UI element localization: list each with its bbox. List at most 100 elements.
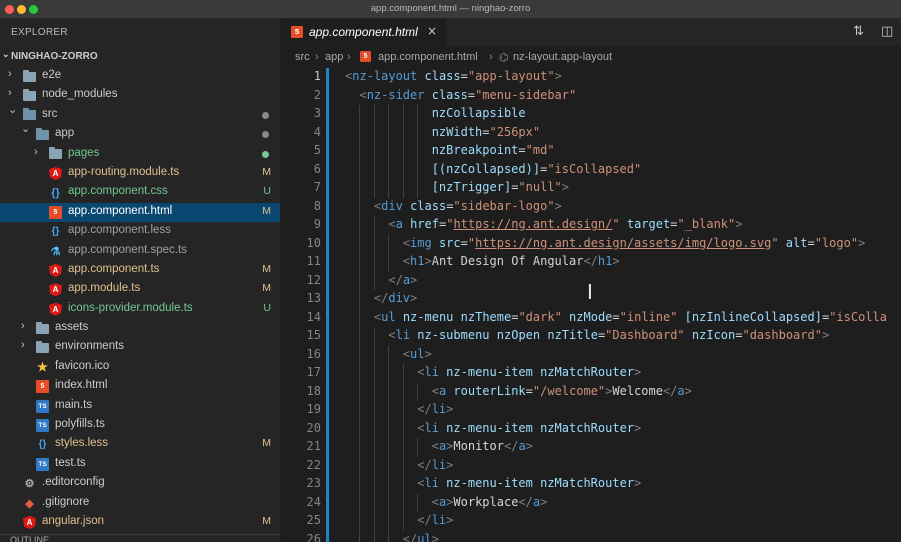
tree-file-main-ts[interactable]: TS main.ts (0, 397, 280, 416)
tree-file-app-routing-module-ts[interactable]: Aapp-routing.module.ts M (0, 164, 280, 183)
breadcrumb-app[interactable]: app (325, 51, 343, 63)
code-text: <nz-layout class="app-layout"> (345, 69, 562, 83)
breadcrumb-file[interactable]: app.component.html (378, 51, 478, 63)
explorer-title: EXPLORER (11, 27, 68, 38)
tree-folder-environments[interactable]: › environments (0, 338, 280, 357)
tree-folder-app[interactable]: ⌄ app (0, 123, 280, 144)
tree-file-app-component-less[interactable]: {} app.component.less (0, 222, 280, 241)
code-token: a (402, 272, 411, 287)
tree-item-label: angular.json (42, 514, 105, 527)
tree-folder-assets[interactable]: › assets (0, 319, 280, 338)
tree-file-icons-provider-module-ts[interactable]: Aicons-provider.module.ts U (0, 300, 280, 319)
code-token: li (431, 457, 447, 472)
code-token: </ (503, 439, 519, 453)
tree-file-app-component-css[interactable]: {} app.component.css U (0, 183, 280, 202)
tree-file--gitignore[interactable]: ◆ .gitignore (0, 494, 280, 513)
tree-folder-pages[interactable]: › pages (0, 145, 280, 164)
code-line[interactable]: 19 </li> (281, 401, 901, 420)
tree-file-app-component-spec-ts[interactable]: ⚗ app.component.spec.ts (0, 242, 280, 261)
code-text: </a> (345, 273, 417, 287)
code-line[interactable]: 7 [nzTrigger]="null"> (281, 179, 901, 198)
tree-item-label: app (55, 127, 75, 140)
code-token: li (431, 402, 447, 416)
code-line[interactable]: 3 nzCollapsible (281, 105, 901, 124)
code-token: Monitor (453, 439, 504, 453)
code-editor[interactable]: 1 <nz-layout class="app-layout"> 2 <nz-sid… (281, 68, 901, 542)
project-header[interactable]: ⌄ NINGHAO-ZORRO (0, 47, 280, 67)
folder-open-icon (36, 127, 49, 140)
open-changes-icon[interactable]: ⇅ (853, 24, 864, 39)
code-token: class (424, 69, 461, 83)
tree-file-app-component-html[interactable]: 5 app.component.html M (0, 202, 280, 223)
tree-folder-src[interactable]: ⌄ src (0, 103, 280, 125)
split-editor-icon[interactable]: ◫ (881, 24, 893, 39)
code-token: > (858, 235, 866, 250)
code-token: > (525, 439, 533, 453)
code-line[interactable]: 6 [(nzCollapsed)]="isCollapsed" (281, 160, 901, 179)
tree-file-app-component-ts[interactable]: Aapp.component.ts M (0, 261, 280, 280)
code-token: nzMatchRouter (540, 365, 635, 379)
tree-file-angular-json[interactable]: Aangular.json M (0, 513, 280, 532)
code-token: > (410, 272, 418, 287)
tree-item-label: polyfills.ts (55, 418, 105, 431)
project-name: NINGHAO-ZORRO (11, 51, 98, 62)
code-line[interactable]: 25 </li> (281, 512, 901, 531)
tree-file-polyfills-ts[interactable]: TS polyfills.ts (0, 416, 280, 435)
tree-file-styles-less[interactable]: {} styles.less M (0, 435, 280, 454)
code-line[interactable]: 22 </li> (281, 456, 901, 475)
code-line[interactable]: 23 <li nz-menu-item nzMatchRouter> (281, 475, 901, 494)
code-line[interactable]: 2 <nz-sider class="menu-sidebar" (281, 87, 901, 106)
code-line[interactable]: 26 </ul> (281, 530, 901, 542)
code-token: alt (785, 235, 808, 250)
code-line[interactable]: 24 <a>Workplace</a> (281, 493, 901, 512)
code-token: " (612, 217, 620, 231)
folder-icon (36, 340, 49, 354)
code-line[interactable]: 9 <a href="https://ng.ant.design/" targe… (281, 216, 901, 235)
code-line[interactable]: 17 <li nz-menu-item nzMatchRouter> (281, 364, 901, 383)
code-line[interactable]: 15 <li nz-submenu nzOpen nzTitle="Dashbo… (281, 327, 901, 346)
code-line[interactable]: 21 <a>Monitor</a> (281, 438, 901, 457)
line-number: 11 (306, 254, 321, 268)
code-line[interactable]: 4 nzWidth="256px" (281, 123, 901, 142)
tree-folder-node-modules[interactable]: › node_modules (0, 86, 280, 105)
chevron-down-icon: ⌄ (8, 103, 18, 116)
code-token: > (554, 198, 562, 213)
code-line[interactable]: 1 <nz-layout class="app-layout"> (281, 68, 901, 87)
tree-file-test-ts[interactable]: TS test.ts (0, 455, 280, 474)
tree-file-favicon-ico[interactable]: ★ favicon.ico (0, 358, 280, 377)
code-token: = (807, 235, 815, 250)
code-line[interactable]: 5 nzBreakpoint="md" (281, 142, 901, 161)
code-token: </ (402, 531, 418, 542)
code-line[interactable]: 14 <ul nz-menu nzTheme="dark" nzMode="in… (281, 308, 901, 327)
tree-folder-e2e[interactable]: › e2e (0, 67, 280, 86)
folder-icon (23, 88, 36, 102)
tab-app-component-html[interactable]: 5 app.component.html × (281, 19, 447, 46)
tree-file--editorconfig[interactable]: ⚙ .editorconfig (0, 474, 280, 493)
code-token: </ (373, 291, 389, 305)
tree-file-index-html[interactable]: 5 index.html (0, 377, 280, 396)
tree-file-app-module-ts[interactable]: Aapp.module.ts M (0, 280, 280, 299)
code-line[interactable]: 18 <a routerLink="/welcome">Welcome</a> (281, 382, 901, 401)
breadcrumb-symbol[interactable]: nz-layout.app-layout (513, 51, 612, 63)
code-token: h1 (410, 254, 425, 268)
symbol-icon: ⌬ (499, 52, 509, 64)
code-token: "sidebar-logo" (453, 198, 555, 213)
line-number: 21 (306, 439, 321, 453)
code-line[interactable]: 8 <div class="sidebar-logo"> (281, 197, 901, 216)
breadcrumb-src[interactable]: src (295, 51, 310, 63)
chevron-right-icon: › (21, 339, 25, 352)
code-line[interactable]: 20 <li nz-menu-item nzMatchRouter> (281, 419, 901, 438)
code-line[interactable]: 10 <img src="https://ng.ant.design/asset… (281, 234, 901, 253)
outline-section-header[interactable]: OUTLINE (0, 534, 280, 542)
code-line[interactable]: 16 <ul> (281, 345, 901, 364)
code-token: nzMode (569, 309, 613, 324)
code-token: nzWidth (431, 124, 483, 139)
close-tab-icon[interactable]: × (427, 24, 437, 38)
code-line[interactable]: 11 <h1>Ant Design Of Angular</h1> (281, 253, 901, 272)
